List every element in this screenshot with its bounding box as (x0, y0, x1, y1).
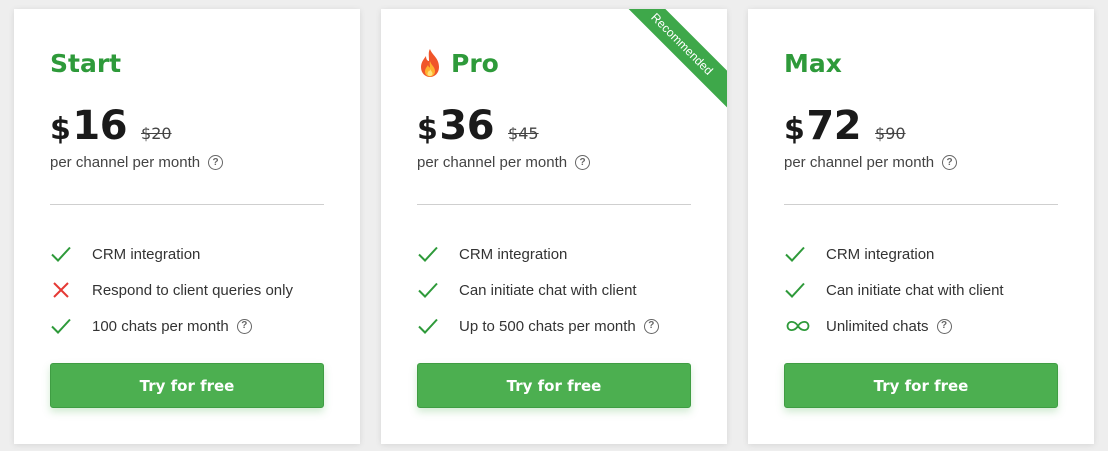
check-icon (784, 279, 812, 301)
feature-text: 100 chats per month (92, 317, 229, 335)
price-row: $72 $90 (784, 103, 906, 149)
infinity-icon (784, 315, 812, 337)
plan-card-pro: Recommended Pro $36 $45 per channel per … (381, 9, 727, 444)
help-icon[interactable]: ? (942, 155, 958, 170)
feature-item: Respond to client queries only (50, 272, 324, 308)
price-row: $16 $20 (50, 103, 172, 149)
cross-icon (50, 279, 78, 301)
divider (784, 204, 1058, 205)
check-icon (417, 279, 445, 301)
currency-symbol: $ (784, 112, 805, 147)
plan-card-start: Start $16 $20 per channel per month ? CR… (14, 9, 360, 444)
feature-text: Can initiate chat with client (826, 281, 1004, 299)
feature-text: Up to 500 chats per month (459, 317, 636, 335)
plan-name: Pro (451, 48, 499, 78)
help-icon[interactable]: ? (575, 155, 591, 170)
feature-item: Unlimited chats ? (784, 308, 1058, 344)
old-price: $45 (508, 124, 539, 143)
pricing-plans: Start $16 $20 per channel per month ? CR… (0, 0, 1108, 451)
check-icon (417, 315, 445, 337)
check-icon (417, 243, 445, 265)
feature-text: Unlimited chats (826, 317, 929, 335)
feature-list: CRM integration Can initiate chat with c… (784, 236, 1058, 344)
feature-item: CRM integration (784, 236, 1058, 272)
plan-price: $36 (417, 103, 495, 149)
billing-period: per channel per month ? (784, 154, 958, 171)
help-icon[interactable]: ? (936, 318, 952, 334)
old-price: $20 (141, 124, 172, 143)
currency-symbol: $ (417, 112, 438, 147)
feature-list: CRM integration Can initiate chat with c… (417, 236, 691, 344)
plan-title: Start (50, 47, 121, 79)
try-for-free-button[interactable]: Try for free (784, 363, 1058, 408)
price-value: 72 (806, 103, 862, 149)
feature-item: Can initiate chat with client (417, 272, 691, 308)
help-icon[interactable]: ? (236, 318, 252, 334)
help-icon[interactable]: ? (643, 318, 659, 334)
help-icon[interactable]: ? (208, 155, 224, 170)
period-label: per channel per month (784, 154, 935, 171)
feature-text: CRM integration (826, 245, 935, 263)
feature-text: CRM integration (459, 245, 568, 263)
try-for-free-button[interactable]: Try for free (417, 363, 691, 408)
feature-text: Can initiate chat with client (459, 281, 637, 299)
try-for-free-button[interactable]: Try for free (50, 363, 324, 408)
billing-period: per channel per month ? (417, 154, 591, 171)
plan-name: Max (784, 48, 842, 78)
feature-item: CRM integration (417, 236, 691, 272)
feature-item: 100 chats per month ? (50, 308, 324, 344)
feature-item: CRM integration (50, 236, 324, 272)
check-icon (784, 243, 812, 265)
plan-title: Pro (417, 47, 499, 79)
fire-icon (417, 48, 443, 78)
check-icon (50, 315, 78, 337)
price-value: 36 (439, 103, 495, 149)
feature-text: CRM integration (92, 245, 201, 263)
plan-title: Max (784, 47, 842, 79)
divider (417, 204, 691, 205)
price-value: 16 (72, 103, 128, 149)
plan-price: $72 (784, 103, 862, 149)
old-price: $90 (875, 124, 906, 143)
billing-period: per channel per month ? (50, 154, 224, 171)
plan-card-max: Max $72 $90 per channel per month ? CRM … (748, 9, 1094, 444)
feature-list: CRM integration Respond to client querie… (50, 236, 324, 344)
period-label: per channel per month (417, 154, 568, 171)
check-icon (50, 243, 78, 265)
feature-item: Up to 500 chats per month ? (417, 308, 691, 344)
feature-text: Respond to client queries only (92, 281, 293, 299)
price-row: $36 $45 (417, 103, 539, 149)
divider (50, 204, 324, 205)
feature-item: Can initiate chat with client (784, 272, 1058, 308)
plan-price: $16 (50, 103, 128, 149)
plan-name: Start (50, 48, 122, 78)
period-label: per channel per month (50, 154, 201, 171)
currency-symbol: $ (50, 112, 71, 147)
